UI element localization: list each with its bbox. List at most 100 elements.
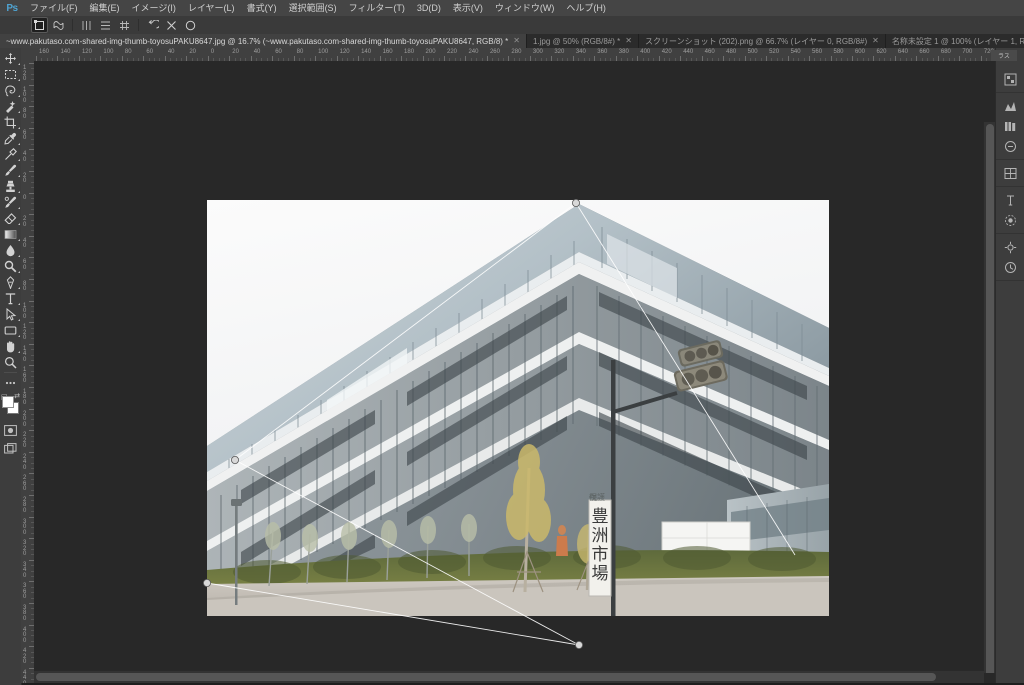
canvas-horizontal-scrollbar[interactable] [34,670,984,683]
move-tool[interactable] [0,50,21,66]
dock-group-adjustments [996,93,1024,160]
warp-split-vertical-button[interactable] [78,17,95,33]
svg-text:場: 場 [592,564,609,584]
panel-layers-icon[interactable] [999,163,1021,183]
vertical-ruler[interactable]: 1 2 0 1 0 0 8 0 6 0 4 0 2 0 0 2 0 4 0 6 0 8 0 1 0 0… [21,61,35,683]
ruler-label: 260 [489,49,500,55]
menu-select[interactable]: 選択範囲(S) [283,0,343,16]
crop-tool[interactable] [0,114,21,130]
clone-stamp-tool[interactable] [0,178,21,194]
photoshop-window: Ps ファイル(F) 編集(E) イメージ(I) レイヤー(L) 書式(Y) 選択範囲(S… [0,0,1024,685]
canvas-area[interactable]: 豊 洲 市 場 保護 視 [34,61,996,673]
path-selection-tool[interactable] [0,306,21,322]
tab-1-jpg[interactable]: 1.jpg @ 50% (RGB/8#) * ✕ [526,34,639,48]
edit-toolbar-button[interactable] [0,375,21,391]
screen-mode-button[interactable] [0,440,21,456]
cancel-transform-button[interactable] [163,17,180,33]
horizontal-ruler[interactable]: 160 140 120 100 80 60 40 20 0 20 40 60 80 100 120 140 16… [34,48,996,62]
rectangle-tool[interactable] [0,322,21,338]
panel-history-icon[interactable] [999,257,1021,277]
tools-panel: ⬓ ⇄ [0,48,22,685]
ruler-label: 120 [81,49,92,55]
ruler-label: 380 [618,49,629,55]
panel-adjustments-icon[interactable] [999,96,1021,116]
ruler-label: 100 [318,49,329,55]
reset-transform-button[interactable] [144,17,161,33]
menu-image[interactable]: イメージ(I) [126,0,182,16]
ruler-origin-corner[interactable] [21,48,35,62]
menu-layer[interactable]: レイヤー(L) [182,0,241,16]
rectangular-marquee-tool[interactable] [0,66,21,82]
collapsed-panel-tab[interactable]: ラス [991,50,1017,61]
eyedropper-tool[interactable] [0,130,21,146]
panel-libraries-icon[interactable] [999,116,1021,136]
ruler-label: 4 0 0 [23,626,27,644]
menu-help[interactable]: ヘルプ(H) [560,0,612,16]
menu-file[interactable]: ファイル(F) [24,0,84,16]
free-transform-mode-button[interactable] [31,17,48,33]
tab-close-icon[interactable]: ✕ [625,37,632,45]
brush-tool[interactable] [0,162,21,178]
history-brush-tool[interactable] [0,194,21,210]
ruler-label: 4 4 0 [23,669,27,683]
ruler-label: 2 8 0 [23,496,27,514]
photoshop-logo-icon: Ps [6,2,18,14]
warp-mode-button[interactable] [50,17,67,33]
tab-close-icon[interactable]: ✕ [872,37,879,45]
panel-color-icon[interactable] [999,69,1021,89]
menu-view[interactable]: 表示(V) [447,0,489,16]
tab-screenshot-202[interactable]: スクリーンショット (202).png @ 66.7% (レイヤー 0, RGB… [638,34,886,48]
ruler-label: 220 [446,49,457,55]
panel-properties-icon[interactable] [999,237,1021,257]
warp-split-crosswise-button[interactable] [116,17,133,33]
blur-tool[interactable] [0,242,21,258]
pen-tool[interactable] [0,274,21,290]
horizontal-type-tool[interactable] [0,290,21,306]
ruler-label: 440 [683,49,694,55]
commit-transform-button[interactable] [182,17,199,33]
tab-close-icon[interactable]: ✕ [513,37,520,45]
foreground-color-swatch[interactable] [2,396,14,408]
options-bar [0,16,1024,35]
warp-split-horizontal-button[interactable] [97,17,114,33]
document-image[interactable]: 豊 洲 市 場 保護 視 [207,200,829,616]
svg-text:視: 視 [589,493,597,502]
panel-paragraph-icon[interactable] [999,190,1021,210]
ruler-label: 1 2 0 [23,324,27,342]
eraser-tool[interactable] [0,210,21,226]
menu-edit[interactable]: 編集(E) [84,0,126,16]
hand-tool[interactable] [0,338,21,354]
menu-type[interactable]: 書式(Y) [241,0,283,16]
vertical-scroll-thumb[interactable] [986,124,994,673]
quick-mask-mode-button[interactable] [0,422,21,438]
color-swatches[interactable]: ⬓ ⇄ [0,392,21,418]
ruler-label: 60 [146,49,154,55]
horizontal-scroll-thumb[interactable] [36,673,936,681]
ruler-label: 420 [661,49,672,55]
dock-group-color [996,66,1024,93]
ruler-label: 80 [296,49,304,55]
zoom-tool[interactable] [0,354,21,370]
menu-filter[interactable]: フィルター(T) [343,0,411,16]
quick-selection-tool[interactable] [0,98,21,114]
panel-brush-settings-icon[interactable] [999,210,1021,230]
ruler-label: 400 [640,49,651,55]
menu-3d[interactable]: 3D(D) [411,0,447,16]
swap-colors-icon[interactable]: ⇄ [14,392,20,400]
ruler-label: 680 [940,49,951,55]
tab-pakutaso-paku8647[interactable]: ~www.pakutaso.com-shared-img-thumb-toyos… [0,34,527,48]
ruler-label: 460 [704,49,715,55]
spot-healing-brush-tool[interactable] [0,146,21,162]
dock-group-properties [996,234,1024,281]
ruler-label: 1 8 0 [23,388,27,406]
gradient-tool[interactable] [0,226,21,242]
ruler-label: 4 2 0 [23,648,27,666]
lasso-tool[interactable] [0,82,21,98]
svg-text:洲: 洲 [592,526,609,546]
ruler-label: 40 [253,49,261,55]
dodge-tool[interactable] [0,258,21,274]
panel-character-styles-icon[interactable] [999,136,1021,156]
tab-untitled-1[interactable]: 名称未設定 1 @ 100% (レイヤー 1, RGB/8#) *✕ [885,34,1024,48]
dock-group-type [996,187,1024,234]
menu-window[interactable]: ウィンドウ(W) [489,0,561,16]
